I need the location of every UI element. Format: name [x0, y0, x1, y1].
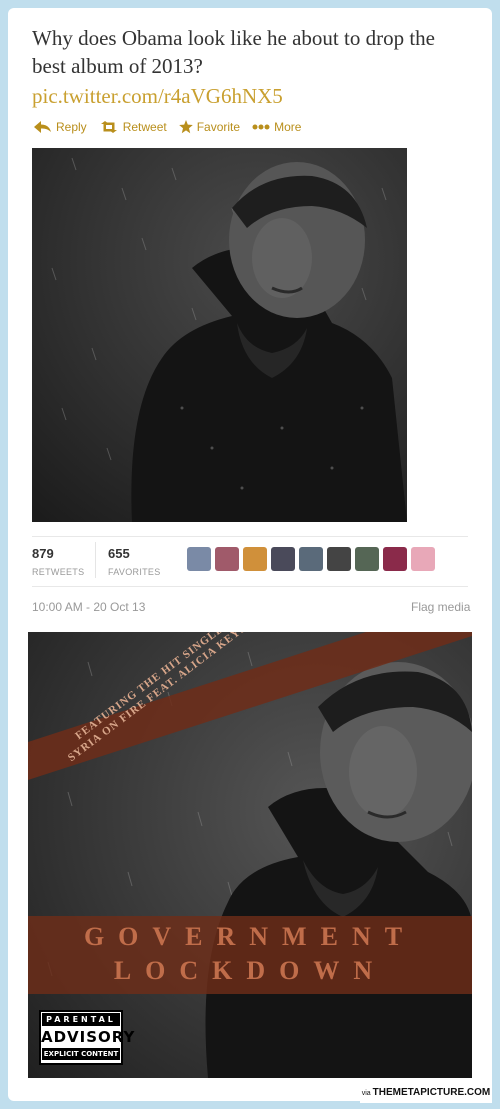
- retweet-count-number: 879: [32, 546, 54, 561]
- more-label: More: [274, 120, 302, 134]
- favorite-count[interactable]: 655 FAVORITES: [108, 546, 161, 577]
- favoriter-avatar[interactable]: [187, 547, 211, 571]
- stat-separator: [95, 542, 96, 578]
- watermark-via: via: [361, 1090, 371, 1097]
- favorite-count-number: 655: [108, 546, 130, 561]
- watermark-site: THEMETAPICTURE.COM: [372, 1087, 491, 1098]
- reply-icon: [34, 121, 51, 133]
- favoriter-avatar[interactable]: [215, 547, 239, 571]
- album-cover: FEATURING THE HIT SINGLE SYRIA ON FIRE F…: [28, 632, 472, 1078]
- album-title-line-2: LOCKDOWN: [113, 956, 387, 985]
- retweet-count-label: RETWEETS: [32, 567, 85, 577]
- retweet-count[interactable]: 879 RETWEETS: [32, 546, 84, 577]
- album-title-band: GOVERNMENT LOCKDOWN: [28, 916, 472, 994]
- advisory-top: PARENTAL: [42, 1013, 120, 1026]
- parental-advisory-label: PARENTAL ADVISORY EXPLICIT CONTENT: [39, 1010, 136, 1065]
- favoriter-avatars: [187, 547, 435, 571]
- more-icon: [252, 124, 270, 130]
- flag-media-link[interactable]: Flag media: [411, 600, 470, 614]
- favoriter-avatar[interactable]: [355, 547, 379, 571]
- more-button[interactable]: More: [252, 120, 301, 134]
- favoriter-avatar[interactable]: [271, 547, 295, 571]
- favoriter-avatar[interactable]: [411, 547, 435, 571]
- advisory-mid: ADVISORY: [41, 1028, 136, 1046]
- favorite-count-label: FAVORITES: [108, 567, 161, 577]
- retweet-button[interactable]: Retweet: [99, 120, 167, 134]
- retweet-label: Retweet: [122, 120, 167, 134]
- favoriter-avatar[interactable]: [243, 547, 267, 571]
- site-watermark: via THEMETAPICTURE.COM: [360, 1083, 492, 1103]
- tweet-photo[interactable]: [32, 148, 407, 522]
- favoriter-avatar[interactable]: [383, 547, 407, 571]
- advisory-bottom: EXPLICIT CONTENT: [42, 1048, 120, 1060]
- tweet-timestamp[interactable]: 10:00 AM - 20 Oct 13: [32, 600, 145, 614]
- favorite-label: Favorite: [196, 120, 241, 134]
- reply-label: Reply: [56, 120, 87, 134]
- divider-bottom: [32, 586, 468, 587]
- tweet-photo-link[interactable]: pic.twitter.com/r4aVG6hNX5: [32, 82, 283, 110]
- tweet-actions: Reply Retweet Favorite More: [34, 120, 301, 134]
- reply-button[interactable]: Reply: [34, 120, 87, 134]
- tweet-text: Why does Obama look like he about to dro…: [32, 26, 435, 78]
- album-title-line-1: GOVERNMENT: [83, 922, 417, 951]
- favorite-button[interactable]: Favorite: [178, 120, 241, 134]
- obama-photo-illustration: [32, 148, 407, 522]
- divider-top: [32, 536, 468, 537]
- star-icon: [178, 120, 193, 134]
- favoriter-avatar[interactable]: [299, 547, 323, 571]
- retweet-icon: [100, 121, 117, 133]
- favoriter-avatar[interactable]: [327, 547, 351, 571]
